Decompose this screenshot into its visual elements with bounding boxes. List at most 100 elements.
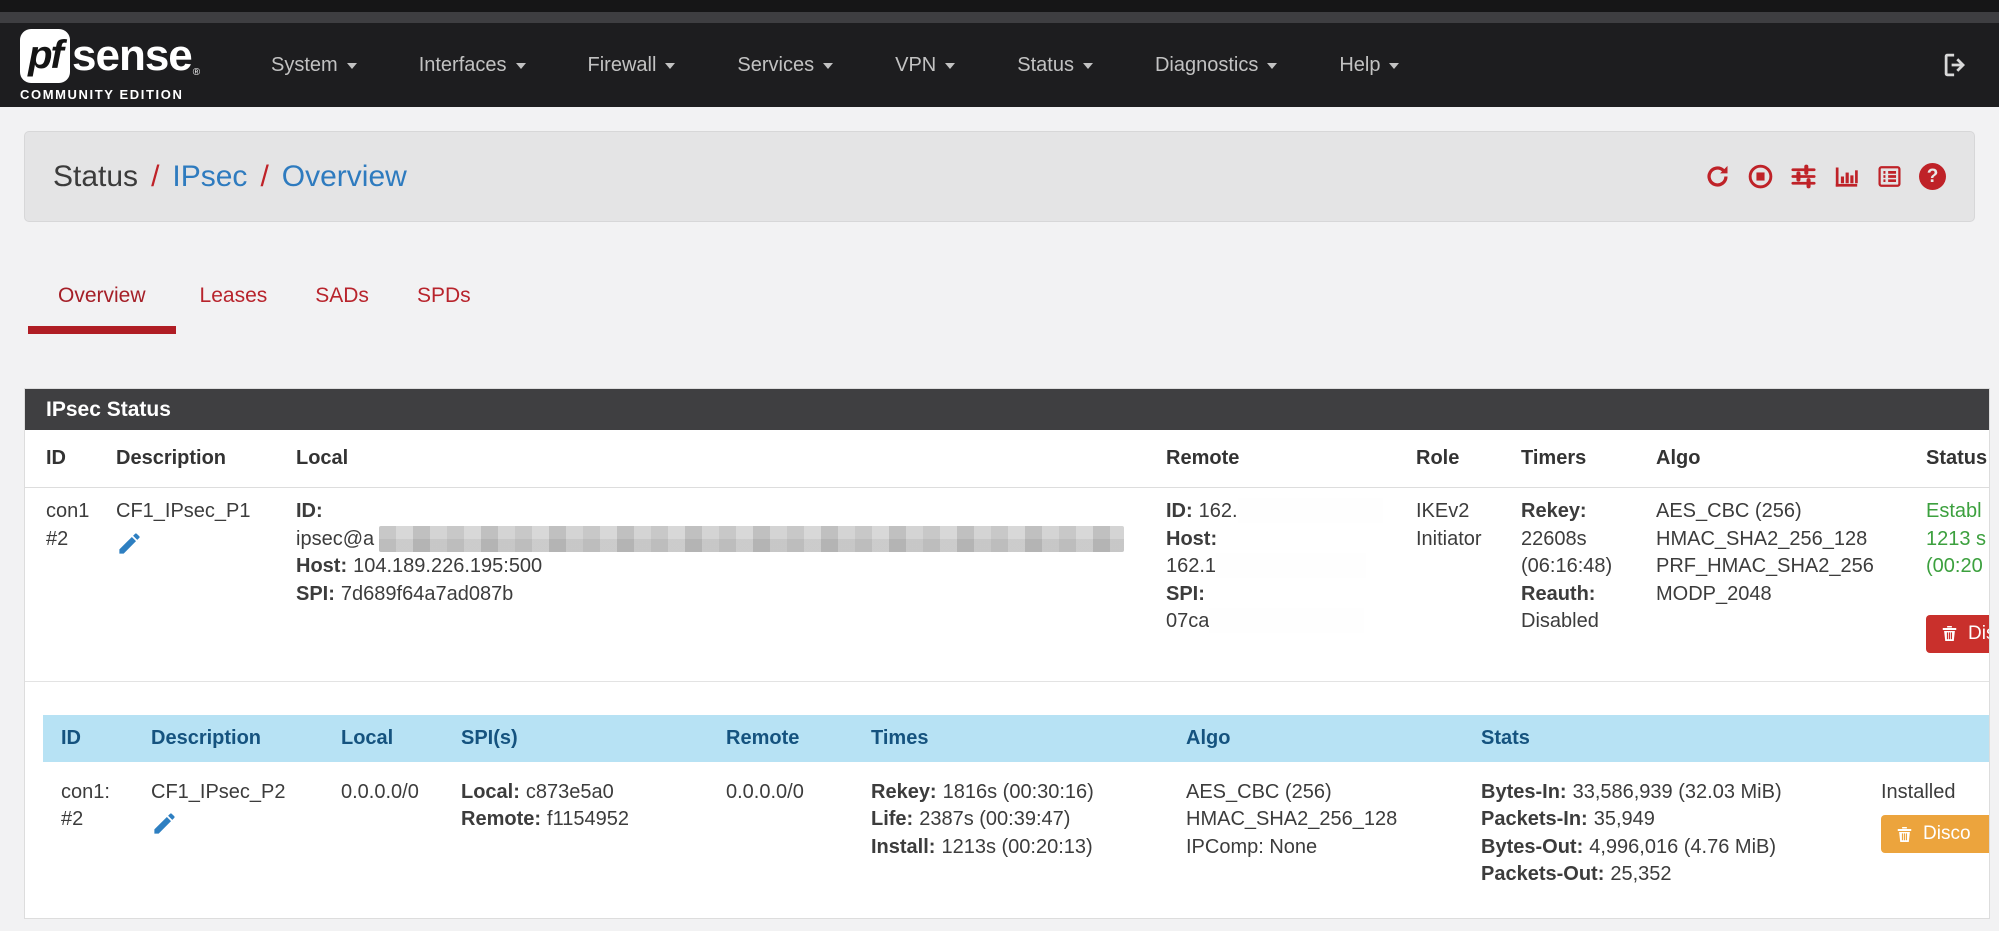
col-id: ID: [46, 447, 116, 470]
cell-remote: ID:162. Host: 162.1 SPI: 07ca: [1166, 498, 1416, 653]
sliders-icon[interactable]: [1790, 163, 1817, 190]
nav-item-status[interactable]: Status: [1017, 54, 1093, 77]
child-sa-header-row: ID Description Local SPI(s) Remote Times…: [43, 715, 1990, 762]
status-text: Installed: [1881, 779, 1990, 807]
col-times: Times: [871, 727, 1186, 750]
child-sa-table: ID Description Local SPI(s) Remote Times…: [43, 715, 1990, 889]
main-menu: System Interfaces Firewall Services VPN …: [271, 54, 1461, 77]
cell-role: IKEv2 Initiator: [1416, 498, 1521, 653]
col-description: Description: [116, 447, 296, 470]
tab-leases[interactable]: Leases: [176, 272, 292, 334]
cell-algo: AES_CBC (256) HMAC_SHA2_256_128 PRF_HMAC…: [1656, 498, 1926, 653]
chevron-down-icon: [516, 63, 526, 69]
redacted-value: [379, 526, 1124, 552]
nav-item-label: Firewall: [588, 54, 657, 77]
cell-status: Installed Disco: [1881, 779, 1990, 889]
nav-item-help[interactable]: Help: [1339, 54, 1399, 77]
brand-name: sense: [72, 29, 192, 83]
status-text: (00:20: [1926, 553, 1990, 581]
col-algo: Algo: [1656, 447, 1926, 470]
col-stats: Stats: [1481, 727, 1881, 750]
cell-id: con1: #2: [61, 779, 151, 889]
col-role: Role: [1416, 447, 1521, 470]
status-text: Establ: [1926, 498, 1990, 526]
breadcrumb-bar: Status / IPsec / Overview ?: [24, 131, 1975, 222]
breadcrumb-link-ipsec[interactable]: IPsec: [172, 160, 247, 194]
cell-timers: Rekey: 22608s (06:16:48) Reauth: Disable…: [1521, 498, 1656, 653]
col-local: Local: [341, 727, 461, 750]
breadcrumb-section: Status: [53, 160, 138, 194]
cell-remote: 0.0.0.0/0: [726, 779, 871, 889]
col-status: Status: [1926, 447, 1990, 470]
ipsec-status-panel: IPsec Status ID Description Local Remote…: [24, 388, 1990, 919]
ike-sa-header-row: ID Description Local Remote Role Timers …: [25, 430, 1990, 488]
nav-item-system[interactable]: System: [271, 54, 357, 77]
breadcrumb-separator: /: [260, 160, 268, 194]
cell-local: ID: ipsec@a Host:104.189.226.195:500 SPI…: [296, 498, 1166, 653]
col-description: Description: [151, 727, 341, 750]
edit-icon[interactable]: [116, 530, 143, 566]
stop-icon[interactable]: [1747, 163, 1774, 190]
window-top-strip: [0, 0, 1999, 12]
brand-tagline: COMMUNITY EDITION: [20, 87, 235, 102]
chevron-down-icon: [1267, 63, 1277, 69]
ike-sa-row: con1 #2 CF1_IPsec_P1 ID: ipsec@a Host:10…: [25, 488, 1990, 682]
chevron-down-icon: [945, 63, 955, 69]
breadcrumb-link-overview[interactable]: Overview: [282, 160, 407, 194]
trash-icon: [1895, 825, 1914, 844]
chevron-down-icon: [1083, 63, 1093, 69]
nav-item-diagnostics[interactable]: Diagnostics: [1155, 54, 1277, 77]
col-remote: Remote: [726, 727, 871, 750]
cell-spis: Local:c873e5a0 Remote:f1154952: [461, 779, 726, 889]
col-timers: Timers: [1521, 447, 1656, 470]
cell-stats: Bytes-In:33,586,939 (32.03 MiB) Packets-…: [1481, 779, 1881, 889]
col-algo: Algo: [1186, 727, 1481, 750]
pfsense-logo[interactable]: pf sense ® COMMUNITY EDITION: [20, 29, 235, 102]
window-title-strip: [0, 12, 1999, 23]
col-remote: Remote: [1166, 447, 1416, 470]
disconnect-button[interactable]: Dis: [1926, 615, 1990, 653]
refresh-icon[interactable]: [1704, 163, 1731, 190]
chevron-down-icon: [1389, 63, 1399, 69]
help-icon[interactable]: ?: [1919, 163, 1946, 190]
edit-icon[interactable]: [151, 810, 178, 846]
nav-item-firewall[interactable]: Firewall: [588, 54, 676, 77]
nav-item-label: System: [271, 54, 338, 77]
panel-title: IPsec Status: [25, 389, 1989, 430]
tab-sads[interactable]: SADs: [291, 272, 393, 334]
cell-description: CF1_IPsec_P2: [151, 779, 341, 889]
cell-description: CF1_IPsec_P1: [116, 498, 296, 653]
breadcrumb: Status / IPsec / Overview: [53, 160, 407, 194]
nav-item-label: VPN: [895, 54, 936, 77]
tab-overview[interactable]: Overview: [28, 272, 176, 334]
ike-sa-table: ID Description Local Remote Role Timers …: [25, 430, 1990, 889]
breadcrumb-separator: /: [151, 160, 159, 194]
trash-icon: [1940, 624, 1959, 643]
chevron-down-icon: [665, 63, 675, 69]
cell-id: con1 #2: [46, 498, 116, 653]
nav-item-label: Status: [1017, 54, 1074, 77]
nav-item-services[interactable]: Services: [737, 54, 833, 77]
chevron-down-icon: [347, 63, 357, 69]
page-action-icons: ?: [1704, 163, 1946, 190]
chevron-down-icon: [823, 63, 833, 69]
nav-item-label: Interfaces: [419, 54, 507, 77]
nav-item-label: Services: [737, 54, 814, 77]
redacted-value: [1209, 608, 1364, 633]
pf-logo-mark: pf: [20, 29, 70, 83]
tab-spds[interactable]: SPDs: [393, 272, 495, 334]
nav-item-vpn[interactable]: VPN: [895, 54, 955, 77]
disconnect-button[interactable]: Disco: [1881, 815, 1990, 853]
redacted-value: [1216, 553, 1366, 578]
nav-item-interfaces[interactable]: Interfaces: [419, 54, 526, 77]
top-navbar: pf sense ® COMMUNITY EDITION System Inte…: [0, 23, 1999, 107]
registered-mark: ®: [193, 67, 200, 78]
bar-chart-icon[interactable]: [1833, 163, 1860, 190]
col-local: Local: [296, 447, 1166, 470]
nav-item-label: Help: [1339, 54, 1380, 77]
logout-icon[interactable]: [1941, 50, 1971, 80]
list-icon[interactable]: [1876, 163, 1903, 190]
tab-bar: Overview Leases SADs SPDs: [28, 272, 495, 334]
col-id: ID: [61, 727, 151, 750]
col-spis: SPI(s): [461, 727, 726, 750]
